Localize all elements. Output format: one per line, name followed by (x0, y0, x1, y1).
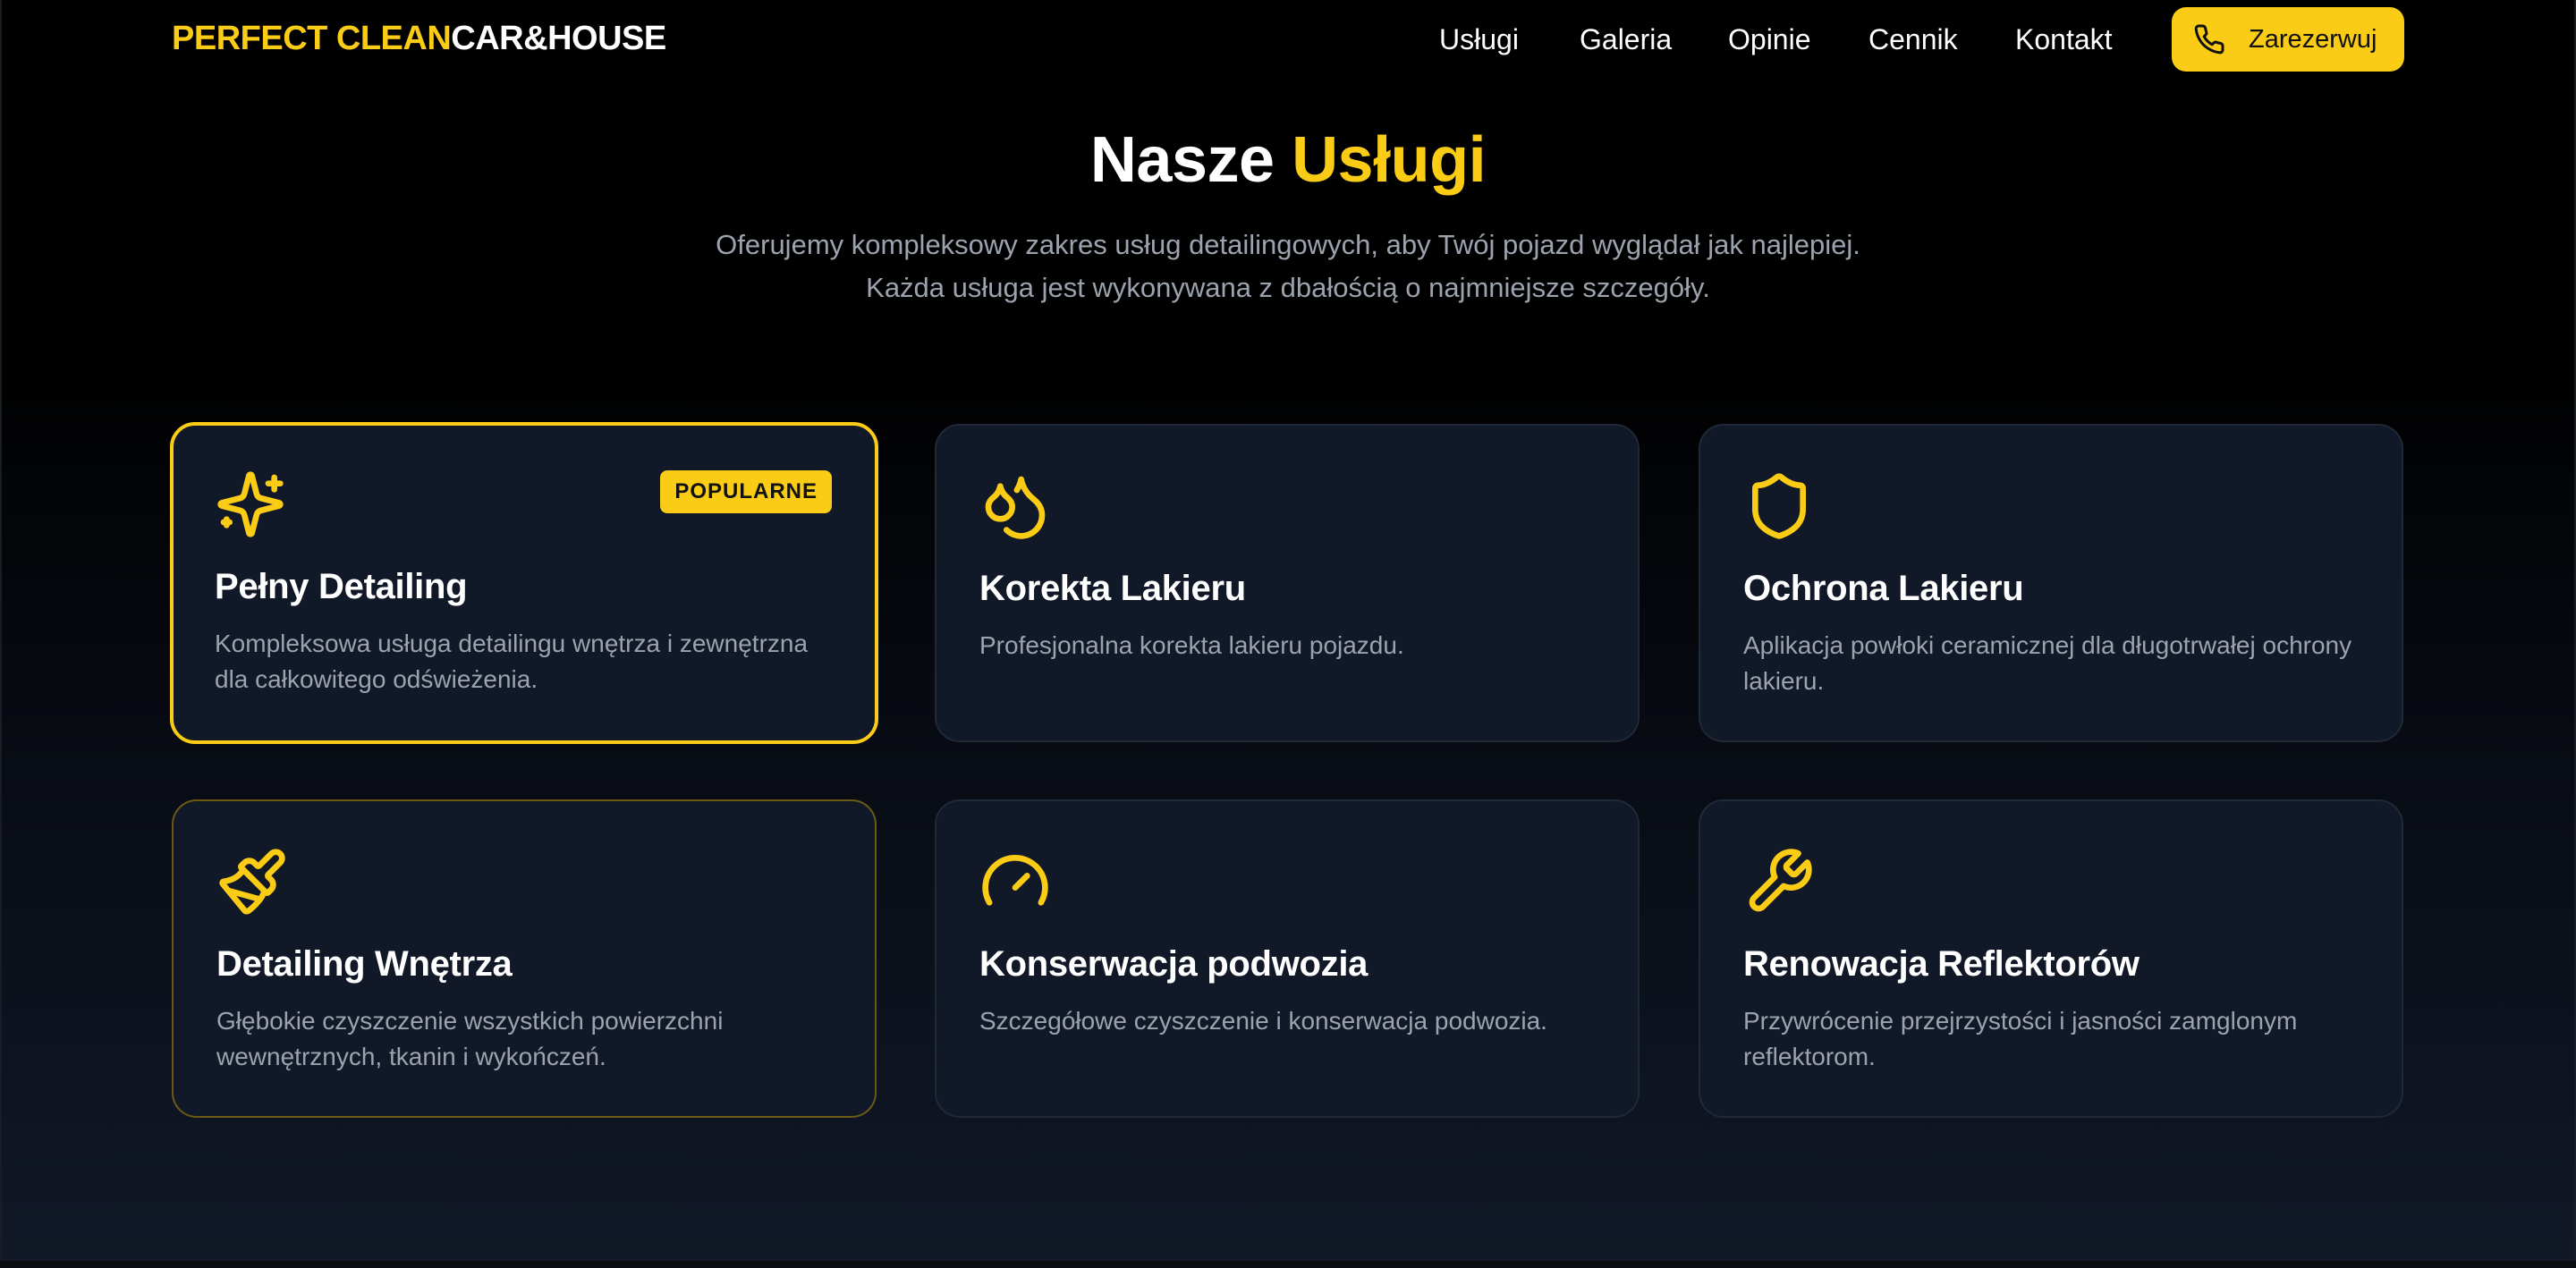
service-card-title: Detailing Wnętrza (216, 944, 513, 984)
service-card-paint-correction[interactable]: Korekta Lakieru Profesjonalna korekta la… (935, 424, 1640, 742)
nav-link-cennik[interactable]: Cennik (1868, 23, 1958, 56)
nav-link-opinie[interactable]: Opinie (1728, 23, 1811, 56)
nav-link-kontakt[interactable]: Kontakt (2015, 23, 2113, 56)
book-button-label: Zarezerwuj (2249, 24, 2377, 54)
service-card-undercarriage[interactable]: Konserwacja podwozia Szczegółowe czyszcz… (935, 799, 1640, 1118)
droplets-icon (979, 470, 1051, 542)
service-card-description: Głębokie czyszczenie wszystkich powierzc… (216, 1007, 724, 1070)
service-card-headlight-restoration[interactable]: Renowacja Reflektorów Przywrócenie przej… (1699, 799, 2403, 1118)
wrench-icon (1743, 846, 1815, 917)
brand-logo-part1: PERFECT CLEAN (172, 20, 452, 57)
gauge-icon (979, 846, 1051, 917)
phone-icon (2193, 23, 2225, 55)
service-card-title: Renowacja Reflektorów (1743, 944, 2140, 984)
top-navigation: PERFECT CLEANCAR&HOUSE Usługi Galeria Op… (0, 0, 2576, 80)
popular-badge: POPULARNE (660, 470, 832, 513)
book-button[interactable]: Zarezerwuj (2172, 7, 2404, 72)
bottom-edge (0, 1261, 2576, 1268)
nav-link-galeria[interactable]: Galeria (1580, 23, 1672, 56)
service-card-description: Aplikacja powłoki ceramicznej dla długot… (1743, 631, 2352, 695)
service-card-paint-protection[interactable]: Ochrona Lakieru Aplikacja powłoki cerami… (1699, 424, 2403, 742)
service-card-description: Szczegółowe czyszczenie i konserwacja po… (979, 1007, 1547, 1035)
nav-link-uslugi[interactable]: Usługi (1439, 23, 1519, 56)
service-card-title: Pełny Detailing (215, 567, 468, 606)
service-card-title: Konserwacja podwozia (979, 944, 1368, 984)
paintbrush-icon (216, 846, 288, 917)
service-card-title: Korekta Lakieru (979, 569, 1246, 608)
section-title: Nasze Usługi (0, 123, 2576, 197)
section-title-part1: Nasze (1089, 124, 1275, 196)
brand-logo[interactable]: PERFECT CLEANCAR&HOUSE (172, 20, 666, 58)
service-card-interior-detailing[interactable]: Detailing Wnętrza Głębokie czyszczenie w… (172, 799, 877, 1118)
brand-logo-part2: CAR&HOUSE (451, 20, 666, 57)
service-card-description: Kompleksowa usługa detailingu wnętrza i … (215, 630, 809, 693)
service-card-description: Profesjonalna korekta lakieru pojazdu. (979, 631, 1404, 659)
shield-icon (1743, 470, 1815, 542)
section-title-highlight: Usługi (1292, 124, 1487, 196)
section-subtitle: Oferujemy kompleksowy zakres usług detai… (716, 229, 1860, 303)
service-card-full-detailing[interactable]: POPULARNE Pełny Detailing Kompleksowa us… (170, 422, 878, 744)
service-card-description: Przywrócenie przejrzystości i jasności z… (1743, 1007, 2298, 1070)
service-card-title: Ochrona Lakieru (1743, 569, 2024, 608)
sparkles-icon (215, 469, 286, 540)
